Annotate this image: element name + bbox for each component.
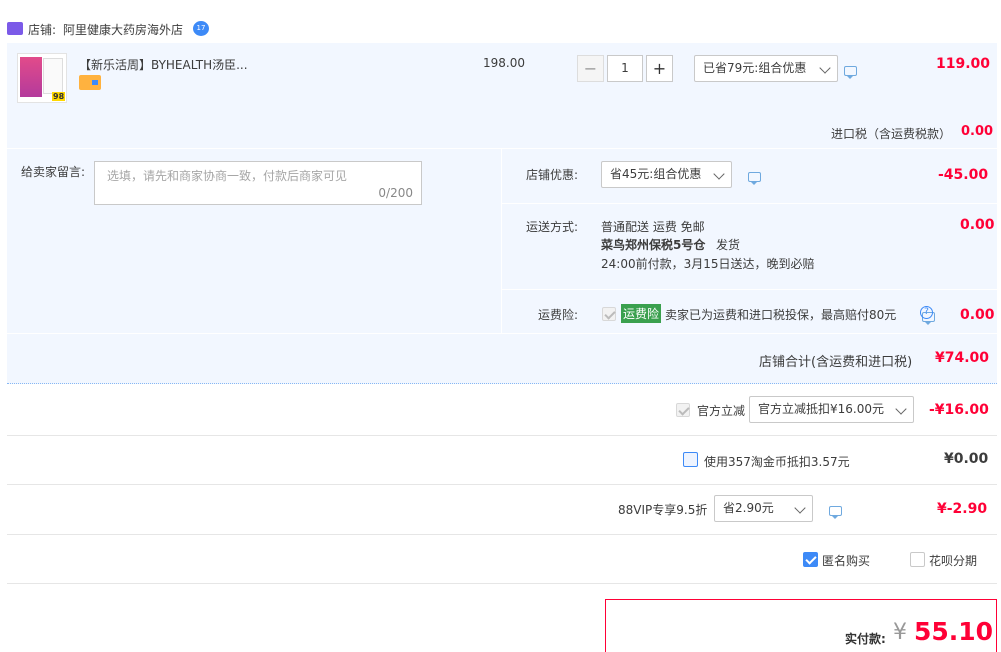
vip-discount-select-value: 省2.90元 — [723, 501, 774, 515]
shipping-eta: 24:00前付款，3月15日送达，晚到必赔 — [601, 257, 815, 271]
anonymous-checkbox[interactable] — [803, 552, 818, 567]
message-char-count: 0/200 — [378, 186, 413, 200]
store-discount-select-value: 省45元:组合优惠 — [610, 167, 702, 181]
chevron-down-icon — [794, 502, 806, 514]
item-total: 119.00 — [936, 56, 991, 72]
shop-header: 店铺: 阿里健康大药房海外店 17 — [7, 18, 407, 40]
official-discount-checkbox[interactable] — [676, 403, 690, 417]
payment-summary-box: 实付款: ¥ 55.10 — [605, 599, 997, 652]
chevron-down-icon — [819, 62, 831, 74]
payment-amount: 55.10 — [914, 617, 994, 646]
insurance-checkbox[interactable] — [602, 307, 616, 321]
unit-price: 198.00 — [483, 56, 525, 70]
item-promo-select[interactable]: 已省79元:组合优惠 — [694, 55, 838, 82]
wangwang-icon[interactable]: 17 — [193, 21, 209, 36]
quantity-input[interactable]: 1 — [607, 55, 643, 82]
product-thumbnail[interactable]: 98 — [17, 53, 67, 103]
coins-label: 使用357淘金币抵扣3.57元 — [704, 455, 850, 469]
vip-discount-value: ¥-2.90 — [937, 501, 988, 517]
coins-checkbox[interactable] — [683, 452, 698, 467]
chat-icon[interactable] — [748, 171, 761, 185]
coins-value: ¥0.00 — [944, 451, 989, 467]
import-tax-label: 进口税（含运费税款） — [831, 127, 952, 141]
shipping-dispatch: 发货 — [716, 238, 741, 252]
shipping-warehouse: 菜鸟郑州保税5号仓 — [601, 238, 706, 252]
official-discount-select[interactable]: 官方立减抵扣¥16.00元 — [749, 396, 914, 423]
import-tax-value: 0.00 — [961, 124, 994, 139]
store-total-label: 店铺合计(含运费和进口税) — [759, 355, 913, 370]
order-options-panel: 店铺优惠: 省45元:组合优惠 -45.00 运送方式: 普通配送 运费 免邮 … — [502, 149, 997, 333]
official-discount-select-value: 官方立减抵扣¥16.00元 — [758, 402, 884, 416]
chevron-down-icon — [713, 168, 725, 180]
insurance-description: 卖家已为运费和进口税投保，最高赔付80元 — [665, 308, 897, 322]
divider — [7, 583, 997, 584]
message-textarea[interactable]: 选填，请先和商家协商一致，付款后商家可见 0/200 — [94, 161, 422, 205]
divider — [502, 203, 997, 204]
product-title-link[interactable]: 【新乐活周】BYHEALTH汤臣... — [79, 56, 248, 73]
insurance-label: 运费险: — [538, 308, 579, 322]
store-total-value: ¥74.00 — [935, 350, 990, 366]
store-discount-label: 店铺优惠: — [526, 168, 579, 182]
card-icon — [79, 75, 101, 90]
product-image — [20, 57, 42, 97]
shop-label: 店铺: — [28, 23, 57, 37]
divider — [7, 534, 997, 535]
product-image-box — [43, 58, 63, 94]
product-thumb-number: 98 — [52, 92, 66, 101]
item-promo-select-value: 已省79元:组合优惠 — [703, 61, 807, 75]
official-discount-label: 官方立减 — [697, 404, 746, 418]
payment-currency: ¥ — [893, 620, 907, 645]
shop-name-link[interactable]: 阿里健康大药房海外店 — [63, 21, 183, 38]
store-total-row: 店铺合计(含运费和进口税) ¥74.00 — [7, 334, 997, 384]
shop-icon — [7, 22, 23, 35]
divider — [7, 484, 997, 485]
message-panel: 给卖家留言: 选填，请先和商家协商一致，付款后商家可见 0/200 — [7, 149, 501, 333]
anonymous-label: 匿名购买 — [822, 554, 871, 568]
huabei-label: 花呗分期 — [929, 554, 978, 568]
payment-label: 实付款: — [845, 632, 886, 646]
quantity-increase-button[interactable]: + — [646, 55, 673, 82]
store-discount-select[interactable]: 省45元:组合优惠 — [601, 161, 732, 188]
official-discount-value: -¥16.00 — [929, 402, 989, 418]
shipping-label: 运送方式: — [526, 220, 579, 234]
divider — [7, 435, 997, 436]
huabei-checkbox[interactable] — [910, 552, 925, 567]
chat-icon[interactable] — [829, 505, 842, 519]
message-placeholder: 选填，请先和商家协商一致，付款后商家可见 — [107, 169, 348, 183]
store-discount-value: -45.00 — [938, 167, 989, 183]
chevron-down-icon — [895, 403, 907, 415]
shipping-method: 普通配送 运费 免邮 — [601, 220, 705, 234]
item-panel: 98 【新乐活周】BYHEALTH汤臣... 198.00 − 1 + 已省79… — [7, 43, 997, 148]
help-icon[interactable]: ? — [920, 306, 933, 319]
vip-label: 88VIP专享9.5折 — [618, 503, 708, 517]
vip-discount-select[interactable]: 省2.90元 — [714, 495, 813, 522]
insurance-value: 0.00 — [960, 307, 995, 323]
shipping-value: 0.00 — [960, 217, 995, 233]
chat-icon[interactable] — [844, 65, 857, 79]
quantity-decrease-button[interactable]: − — [577, 55, 604, 82]
insurance-tag: 运费险 — [621, 304, 662, 323]
divider — [502, 289, 997, 290]
message-label: 给卖家留言: — [21, 165, 86, 179]
